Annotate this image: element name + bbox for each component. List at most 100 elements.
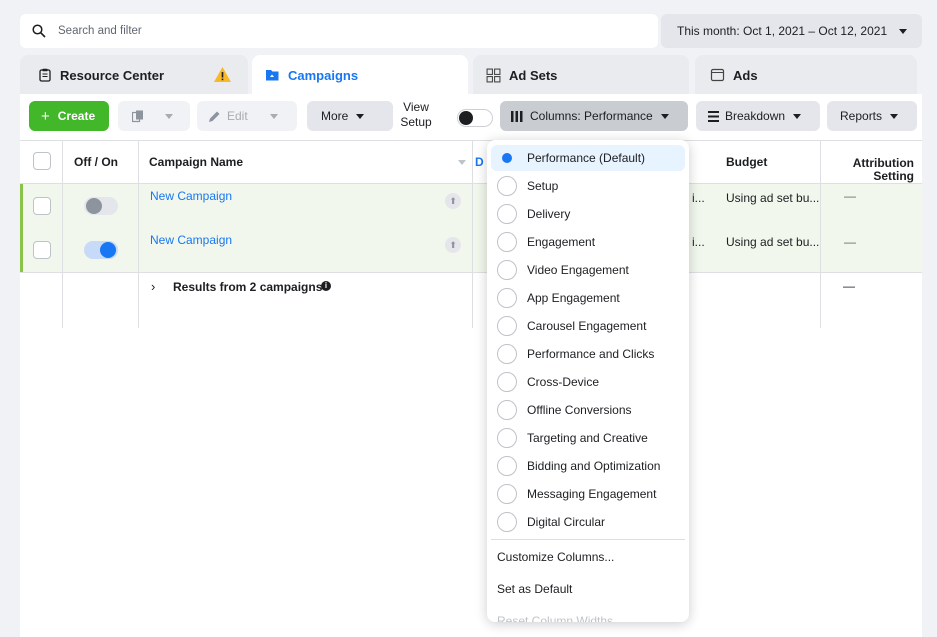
pencil-icon <box>209 111 220 122</box>
table-row[interactable]: New Campaign ⬆ i... Using ad set bu... — <box>20 228 922 272</box>
create-button[interactable]: + Create <box>29 101 109 131</box>
set-as-default-item[interactable]: Set as Default <box>497 582 572 596</box>
breakdown-button[interactable]: Breakdown <box>696 101 820 131</box>
search-input[interactable]: Search and filter <box>20 14 658 48</box>
radio-icon <box>497 316 517 336</box>
more-button[interactable]: More <box>307 101 393 131</box>
table-row[interactable]: New Campaign ⬆ i... Using ad set bu... — <box>20 184 922 228</box>
column-preset-option[interactable]: Carousel Engagement <box>491 313 685 339</box>
reports-button[interactable]: Reports <box>827 101 917 131</box>
select-all-checkbox[interactable] <box>33 152 51 170</box>
breakdown-icon <box>708 110 719 122</box>
tab-campaigns[interactable]: Campaigns <box>252 55 468 95</box>
breakdown-label: Breakdown <box>725 109 786 123</box>
tab-ads-label: Ads <box>733 67 758 83</box>
radio-icon <box>497 512 517 532</box>
chevron-down-icon <box>660 113 669 119</box>
column-preset-option[interactable]: Cross-Device <box>491 369 685 395</box>
boost-icon[interactable]: ⬆ <box>445 193 461 209</box>
info-icon: i <box>321 281 331 291</box>
header-attribution-setting[interactable]: Attribution Setting <box>828 141 914 183</box>
columns-dropdown-menu: Performance (Default) Setup Delivery Eng… <box>487 140 689 622</box>
results-label: Results from 2 campaigns <box>173 280 323 294</box>
header-campaign-name[interactable]: Campaign Name <box>149 141 243 183</box>
create-label: Create <box>57 109 96 123</box>
campaigns-panel: + Create Edit More View Setup Columns: P… <box>20 94 922 637</box>
campaign-name-link[interactable]: New Campaign <box>150 233 232 247</box>
radio-icon <box>497 428 517 448</box>
column-preset-option[interactable]: Digital Circular <box>491 509 685 535</box>
search-placeholder: Search and filter <box>58 25 142 37</box>
attribution-cell: — <box>844 189 856 203</box>
column-preset-option[interactable]: Offline Conversions <box>491 397 685 423</box>
column-preset-option[interactable]: Messaging Engagement <box>491 481 685 507</box>
radio-icon <box>497 484 517 504</box>
edit-button[interactable]: Edit <box>197 101 297 131</box>
row-checkbox[interactable] <box>33 197 51 215</box>
chevron-right-icon[interactable]: › <box>151 279 155 294</box>
column-preset-option[interactable]: Video Engagement <box>491 257 685 283</box>
columns-icon <box>511 110 523 122</box>
campaign-toggle[interactable] <box>84 241 118 259</box>
column-preset-option[interactable]: Performance (Default) <box>491 145 685 171</box>
chevron-down-icon <box>165 113 173 119</box>
plus-icon: + <box>41 107 50 125</box>
tab-resource-center[interactable]: Resource Center <box>20 55 248 95</box>
ad-icon <box>710 68 725 82</box>
campaign-name-link[interactable]: New Campaign <box>150 189 232 203</box>
date-range-label: This month: Oct 1, 2021 – Oct 12, 2021 <box>677 24 888 38</box>
warning-icon <box>214 67 231 82</box>
delivery-cell: i... <box>692 235 705 249</box>
clipboard-icon <box>39 68 51 82</box>
attribution-cell: — <box>844 235 856 249</box>
radio-icon <box>497 176 517 196</box>
chevron-down-icon <box>793 113 802 119</box>
table-header: Off / On Campaign Name D Budget Attribut… <box>20 140 922 184</box>
header-delivery[interactable]: D <box>475 141 484 183</box>
columns-label: Columns: Performance <box>530 109 653 123</box>
radio-selected-icon <box>497 148 517 168</box>
column-preset-option[interactable]: Engagement <box>491 229 685 255</box>
column-preset-option[interactable]: App Engagement <box>491 285 685 311</box>
radio-icon <box>497 372 517 392</box>
toolbar: + Create Edit More View Setup Columns: P… <box>20 94 922 140</box>
chevron-down-icon <box>269 113 278 119</box>
campaign-toggle[interactable] <box>84 197 118 215</box>
column-preset-option[interactable]: Delivery <box>491 201 685 227</box>
tab-resource-center-label: Resource Center <box>60 67 165 83</box>
date-range-picker[interactable]: This month: Oct 1, 2021 – Oct 12, 2021 <box>661 14 922 48</box>
header-budget[interactable]: Budget <box>726 141 767 183</box>
column-preset-option[interactable]: Setup <box>491 173 685 199</box>
radio-icon <box>497 288 517 308</box>
radio-icon <box>497 204 517 224</box>
results-summary-row: › Results from 2 campaigns i — <box>20 273 922 328</box>
tab-ad-sets[interactable]: Ad Sets <box>473 55 689 95</box>
sort-icon[interactable] <box>458 160 466 165</box>
column-preset-option[interactable]: Bidding and Optimization <box>491 453 685 479</box>
more-label: More <box>321 109 349 123</box>
column-preset-option[interactable]: Targeting and Creative <box>491 425 685 451</box>
search-icon <box>32 24 46 38</box>
radio-icon <box>497 260 517 280</box>
view-setup-toggle[interactable] <box>457 109 493 127</box>
header-off-on[interactable]: Off / On <box>74 141 118 183</box>
tab-ad-sets-label: Ad Sets <box>509 67 558 83</box>
boost-icon[interactable]: ⬆ <box>445 237 461 253</box>
delivery-cell: i... <box>692 191 705 205</box>
results-attribution: — <box>843 279 855 293</box>
columns-button[interactable]: Columns: Performance <box>500 101 688 131</box>
reset-column-widths-item[interactable]: Reset Column Widths <box>497 614 613 622</box>
folder-icon <box>266 70 279 81</box>
chevron-down-icon <box>899 28 908 34</box>
row-checkbox[interactable] <box>33 241 51 259</box>
edit-label: Edit <box>227 109 248 123</box>
customize-columns-item[interactable]: Customize Columns... <box>497 550 614 564</box>
tab-ads[interactable]: Ads <box>695 55 917 95</box>
chevron-down-icon <box>356 113 365 119</box>
duplicate-button[interactable] <box>118 101 190 131</box>
duplicate-icon <box>132 110 143 122</box>
column-preset-option[interactable]: Performance and Clicks <box>491 341 685 367</box>
tab-campaigns-label: Campaigns <box>288 67 359 83</box>
budget-cell: Using ad set bu... <box>726 191 820 205</box>
radio-icon <box>497 456 517 476</box>
